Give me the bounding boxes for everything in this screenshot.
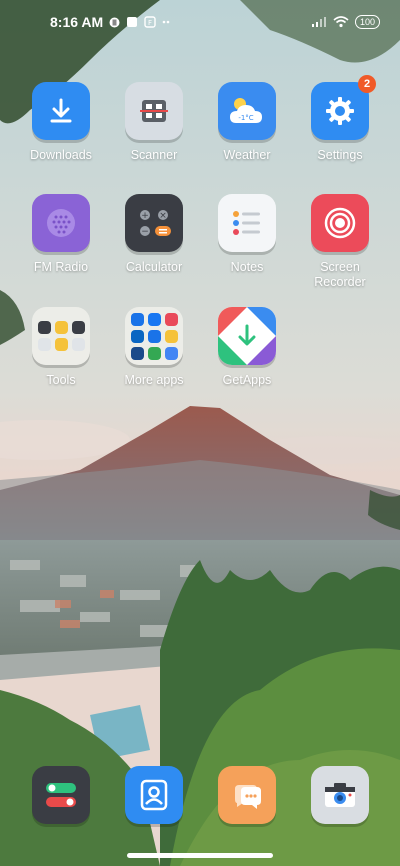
app-downloads[interactable]: Downloads bbox=[14, 82, 108, 163]
mini-app-icon bbox=[130, 346, 144, 360]
scanner-icon bbox=[125, 82, 183, 140]
phone-icon bbox=[32, 766, 90, 824]
dock-camera[interactable] bbox=[293, 766, 387, 824]
download-icon bbox=[32, 82, 90, 140]
app-label: Calculator bbox=[125, 260, 183, 274]
app-scanner[interactable]: Scanner bbox=[107, 82, 201, 163]
dock-messages[interactable] bbox=[200, 766, 294, 824]
mini-app-icon bbox=[164, 346, 178, 360]
more-apps-folder-icon bbox=[125, 307, 183, 365]
app-weather[interactable]: -1°C Weather bbox=[200, 82, 294, 163]
app-calculator[interactable]: + × − Calculator bbox=[107, 194, 201, 275]
folder-tools[interactable]: Tools bbox=[14, 307, 108, 388]
folder-more-apps[interactable]: More apps bbox=[107, 307, 201, 388]
app-settings[interactable]: 2 Settings bbox=[293, 75, 387, 163]
contacts-icon bbox=[125, 766, 183, 824]
mini-app-icon bbox=[147, 346, 161, 360]
app-label: Notes bbox=[230, 260, 264, 274]
app-label: Settings bbox=[317, 148, 363, 162]
app-label: GetApps bbox=[222, 373, 272, 387]
app-getapps[interactable]: GetApps bbox=[200, 307, 294, 388]
more-notifications-icon bbox=[162, 19, 174, 25]
mini-app-icon bbox=[71, 338, 85, 351]
mini-app-icon bbox=[54, 321, 68, 334]
notification-badge: 2 bbox=[358, 75, 376, 93]
radio-icon bbox=[32, 194, 90, 252]
notes-icon bbox=[218, 194, 276, 252]
mini-app-icon bbox=[37, 338, 51, 351]
camera-icon bbox=[311, 766, 369, 824]
app-label: Downloads bbox=[30, 148, 92, 162]
app-label: More apps bbox=[124, 373, 184, 387]
signal-icon bbox=[311, 16, 327, 28]
weather-icon: -1°C bbox=[218, 82, 276, 140]
app-label: Screen Recorder bbox=[314, 260, 366, 289]
notification-square-icon bbox=[126, 16, 138, 28]
status-time: 8:16 AM bbox=[50, 14, 104, 30]
mini-app-icon bbox=[71, 321, 85, 334]
app-notes[interactable]: Notes bbox=[200, 194, 294, 275]
mini-app-icon bbox=[147, 329, 161, 343]
svg-text:F: F bbox=[148, 19, 152, 27]
battery-indicator: 100 bbox=[354, 15, 380, 29]
mini-app-icon bbox=[54, 338, 68, 351]
mini-app-icon bbox=[130, 329, 144, 343]
gear-icon: 2 bbox=[311, 75, 376, 140]
app-notification-icon: F bbox=[144, 16, 156, 28]
weather-temp: -1°C bbox=[238, 114, 253, 122]
dock-contacts[interactable] bbox=[107, 766, 201, 824]
mini-app-icon bbox=[37, 321, 51, 334]
tools-folder-icon bbox=[32, 307, 90, 365]
messages-icon bbox=[218, 766, 276, 824]
getapps-icon bbox=[218, 307, 276, 365]
wifi-icon bbox=[333, 16, 349, 28]
calculator-icon: + × − bbox=[125, 194, 183, 252]
dock-phone[interactable] bbox=[14, 766, 108, 824]
vpn-icon bbox=[109, 17, 120, 28]
app-label: Scanner bbox=[130, 148, 178, 162]
mini-app-icon bbox=[147, 312, 161, 326]
app-label: FM Radio bbox=[33, 260, 89, 274]
svg-text:+: + bbox=[141, 211, 149, 221]
mini-app-icon bbox=[164, 329, 178, 343]
home-indicator[interactable] bbox=[127, 853, 273, 858]
svg-text:×: × bbox=[159, 211, 167, 221]
status-bar: 8:16 AM F 100 bbox=[0, 0, 400, 44]
screen-recorder-icon bbox=[311, 194, 369, 252]
app-label: Weather bbox=[223, 148, 271, 162]
app-screen-recorder[interactable]: Screen Recorder bbox=[293, 194, 387, 290]
app-fm-radio[interactable]: FM Radio bbox=[14, 194, 108, 275]
svg-text:−: − bbox=[141, 227, 149, 237]
mini-app-icon bbox=[130, 312, 144, 326]
mini-app-icon bbox=[164, 312, 178, 326]
app-label: Tools bbox=[46, 373, 76, 387]
